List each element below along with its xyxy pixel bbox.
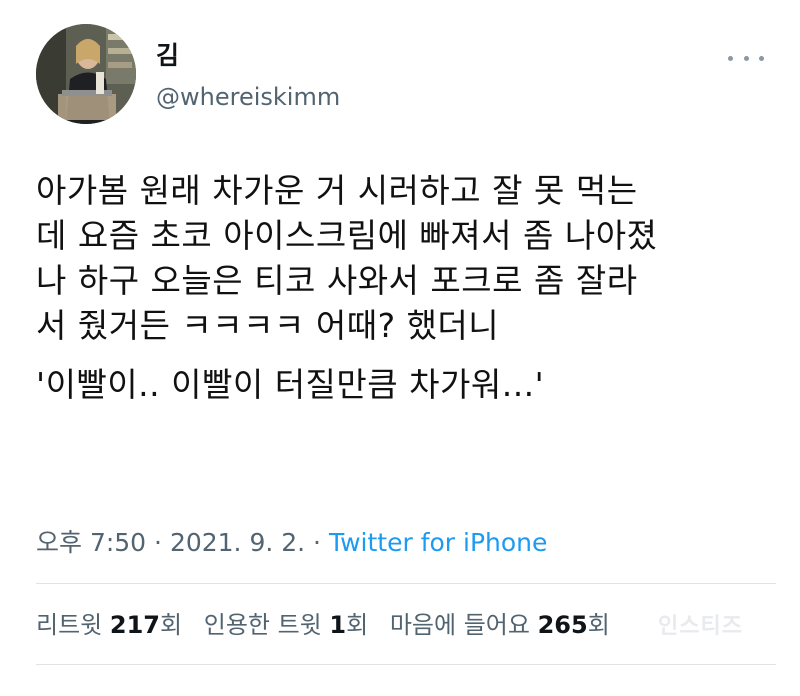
tweet-source-link[interactable]: Twitter for iPhone xyxy=(329,528,547,557)
tweet-card: 김 @whereiskimm 아가봄 원래 차가운 거 시러하고 잘 못 먹는 … xyxy=(0,0,800,696)
retweets-label: 리트윗 xyxy=(36,611,103,639)
dot xyxy=(728,55,733,61)
tweet-time[interactable]: 오후 7:50 xyxy=(36,528,146,557)
meta-separator: · xyxy=(146,528,170,557)
tweet-text-line: 서 줬거든 ㅋㅋㅋㅋ 어때? 했더니 xyxy=(36,306,500,345)
profile-photo-image xyxy=(36,24,136,124)
tweet-text: 아가봄 원래 차가운 거 시러하고 잘 못 먹는 데 요즘 초코 아이스크림에 … xyxy=(36,168,776,407)
tweet-text-line: 데 요즘 초코 아이스크림에 빠져서 좀 나아졌 xyxy=(36,216,658,255)
display-name[interactable]: 김 xyxy=(156,40,179,72)
watermark: 인스티즈 xyxy=(658,614,743,639)
retweets-count: 217 xyxy=(109,611,160,639)
likes-label: 마음에 들어요 xyxy=(389,611,530,639)
likes-stat[interactable]: 마음에 들어요 265회 xyxy=(390,608,610,642)
divider xyxy=(36,664,776,665)
dot xyxy=(743,55,749,61)
divider xyxy=(36,583,776,584)
tweet-stats: 리트윗 217회 인용한 트윗 1회 마음에 들어요 265회 xyxy=(36,608,624,642)
tweet-text-line: 나 하구 오늘은 티코 사와서 포크로 좀 잘라 xyxy=(36,261,638,300)
tweet-date[interactable]: 2021. 9. 2. xyxy=(170,528,305,557)
likes-count: 265 xyxy=(537,611,588,639)
avatar[interactable] xyxy=(36,24,136,124)
quotes-count: 1 xyxy=(329,611,347,639)
tweet-text-line: 아가봄 원래 차가운 거 시러하고 잘 못 먹는 xyxy=(36,171,638,210)
quotes-label: 인용한 트윗 xyxy=(203,611,322,639)
quotes-unit: 회 xyxy=(346,611,369,639)
retweets-unit: 회 xyxy=(160,611,183,639)
meta-separator: · xyxy=(305,528,329,557)
tweet-meta: 오후 7:50 · 2021. 9. 2. · Twitter for iPho… xyxy=(36,526,547,560)
tweet-quote-line: '이빨이.. 이빨이 터질만큼 차가워...' xyxy=(36,365,545,404)
quotes-stat[interactable]: 인용한 트윗 1회 xyxy=(204,608,368,642)
user-handle[interactable]: @whereiskimm xyxy=(156,82,340,112)
retweets-stat[interactable]: 리트윗 217회 xyxy=(36,608,182,642)
dot xyxy=(759,55,764,61)
likes-unit: 회 xyxy=(587,611,610,639)
more-horizontal-icon[interactable] xyxy=(728,48,764,68)
